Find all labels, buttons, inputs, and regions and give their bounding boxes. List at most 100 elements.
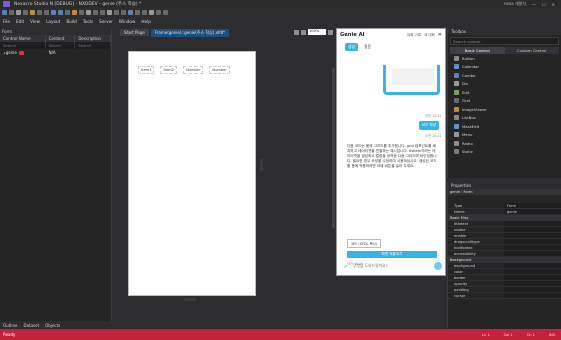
grid-column-header: Number bbox=[209, 66, 230, 74]
grid-icon[interactable] bbox=[156, 10, 161, 15]
toolbox-item[interactable]: Grid bbox=[448, 97, 561, 106]
send-icon[interactable] bbox=[434, 262, 442, 270]
toolbox-item[interactable]: ImageViewer bbox=[448, 105, 561, 114]
column-control-name[interactable]: Control Name bbox=[0, 35, 46, 42]
close-button[interactable]: ✕ bbox=[552, 2, 555, 7]
align-right-icon[interactable] bbox=[100, 10, 105, 15]
tab-basic-control[interactable]: Basic Control bbox=[450, 47, 505, 54]
menu-server[interactable]: Server bbox=[99, 19, 113, 24]
grid-component[interactable]: Item1 Item2 Number Number bbox=[129, 52, 255, 74]
form-outline-panel: Form Control Name Content Description Se… bbox=[0, 28, 112, 329]
column-description[interactable]: Description bbox=[75, 35, 111, 42]
menu-icon bbox=[454, 132, 459, 138]
align-center-icon[interactable] bbox=[93, 10, 98, 15]
genie-input-bar: ⌕ bbox=[341, 260, 443, 270]
same-height-icon[interactable] bbox=[135, 10, 140, 15]
same-width-icon[interactable] bbox=[128, 10, 133, 15]
menu-tools[interactable]: Tools bbox=[83, 19, 93, 24]
save-all-icon[interactable] bbox=[23, 10, 28, 15]
row-content: N/A bbox=[48, 50, 56, 55]
menu-window[interactable]: Window bbox=[119, 19, 136, 24]
zoom-select[interactable]: 100% bbox=[308, 29, 326, 35]
new-icon[interactable] bbox=[2, 10, 7, 15]
close-icon[interactable]: ✕ bbox=[438, 32, 442, 38]
toolbox-item[interactable]: Calendar bbox=[448, 63, 561, 72]
search-name-input[interactable]: Search bbox=[0, 42, 46, 49]
tab-genie-form[interactable]: Frame(genie)::genie(주스 학습).xfdl* bbox=[150, 28, 230, 37]
align-bottom-icon[interactable] bbox=[121, 10, 126, 15]
imageviewer-icon bbox=[454, 106, 459, 112]
minimize-button[interactable]: — bbox=[532, 2, 536, 7]
left-bottom-tabs: Outline Dataset Objects bbox=[0, 321, 112, 329]
toolbox-item[interactable]: Div bbox=[448, 80, 561, 89]
property-row[interactable]: cursor bbox=[448, 293, 561, 299]
static-icon bbox=[454, 149, 459, 155]
maximize-button[interactable]: ☐ bbox=[542, 2, 546, 7]
toolbox-item[interactable]: Menu bbox=[448, 131, 561, 140]
tab-question[interactable]: 질문 bbox=[361, 43, 374, 51]
toolbox-item[interactable]: Static bbox=[448, 148, 561, 157]
search-description-input[interactable]: Search bbox=[75, 42, 111, 49]
resize-handle-bottom[interactable] bbox=[184, 298, 196, 301]
tab-dataset[interactable]: Dataset bbox=[23, 323, 39, 328]
attach-icon[interactable]: ⌕ bbox=[344, 263, 347, 271]
menu-edit[interactable]: Edit bbox=[16, 19, 24, 24]
tab-objects[interactable]: Objects bbox=[45, 323, 60, 328]
history-button[interactable]: 대화 기록 bbox=[407, 33, 421, 38]
resize-handle-right[interactable] bbox=[260, 159, 263, 171]
toolbox-item[interactable]: MaskEdit bbox=[448, 122, 561, 131]
same-size-icon[interactable] bbox=[142, 10, 147, 15]
menu-help[interactable]: Help bbox=[141, 19, 151, 24]
tab-custom-control[interactable]: Custom Control bbox=[504, 47, 559, 54]
new-chat-button[interactable]: 새 대화 bbox=[424, 33, 435, 38]
run-icon[interactable] bbox=[72, 10, 77, 15]
debug-icon[interactable] bbox=[79, 10, 84, 15]
toolbox-item[interactable]: Radio bbox=[448, 139, 561, 148]
copy-code-button[interactable]: 코드 (XFDL 복사) bbox=[347, 239, 382, 248]
zoom-icon[interactable] bbox=[163, 10, 168, 15]
build-icon[interactable] bbox=[65, 10, 70, 15]
chat-input[interactable] bbox=[353, 263, 433, 268]
toolbox-item[interactable]: ListBox bbox=[448, 114, 561, 123]
genie-header: Genie AI 대화 기록 새 대화 ✕ bbox=[337, 29, 445, 41]
message-time: 오전 10:21 bbox=[425, 134, 442, 138]
form-canvas[interactable]: Item1 Item2 Number Number bbox=[128, 51, 256, 296]
toolbox-item[interactable]: Edit bbox=[448, 88, 561, 97]
chat-area[interactable]: 오전 10:21 코드 작성 오전 10:21 다음 코드는 폼에 그리드를 추… bbox=[341, 55, 443, 266]
save-icon[interactable] bbox=[16, 10, 21, 15]
tab-generate[interactable]: 생성 bbox=[345, 43, 358, 51]
tab-outline[interactable]: Outline bbox=[3, 323, 17, 328]
paste-icon[interactable] bbox=[44, 10, 49, 15]
menu-view[interactable]: View bbox=[30, 19, 40, 24]
user-name[interactable]: nexa 개발자 bbox=[504, 1, 526, 7]
toolbox-search-input[interactable]: Search control bbox=[450, 37, 559, 45]
radio-icon bbox=[454, 140, 459, 146]
redo-icon[interactable] bbox=[58, 10, 63, 15]
undo-icon[interactable] bbox=[51, 10, 56, 15]
apply-to-screen-button[interactable]: 화면 적용하기 bbox=[347, 251, 437, 258]
spacing-icon[interactable] bbox=[149, 10, 154, 15]
button-icon bbox=[454, 55, 459, 61]
search-content-input[interactable]: Search bbox=[46, 42, 76, 49]
menu-file[interactable]: File bbox=[3, 19, 10, 24]
grid-search-row: Search Search Search bbox=[0, 42, 111, 49]
fit-icon[interactable] bbox=[328, 29, 333, 35]
vertical-scrollbar[interactable] bbox=[332, 68, 335, 228]
toolbox-panel: Toolbox Search control Basic Control Cus… bbox=[447, 28, 561, 178]
column-content[interactable]: Content bbox=[46, 35, 76, 42]
align-middle-icon[interactable] bbox=[114, 10, 119, 15]
tab-start-page[interactable]: Start Page bbox=[120, 29, 149, 36]
toolbox-item[interactable]: Combo bbox=[448, 71, 561, 80]
menu-build[interactable]: Build bbox=[66, 19, 77, 24]
toolbox-item[interactable]: Button bbox=[448, 54, 561, 63]
open-icon[interactable] bbox=[9, 10, 14, 15]
layout-icon[interactable] bbox=[294, 29, 299, 35]
align-left-icon[interactable] bbox=[86, 10, 91, 15]
align-top-icon[interactable] bbox=[107, 10, 112, 15]
menu-layout[interactable]: Layout bbox=[46, 19, 60, 24]
cut-icon[interactable] bbox=[30, 10, 35, 15]
preview-icon[interactable] bbox=[301, 29, 306, 35]
table-row[interactable]: ▸ genie N/A bbox=[0, 49, 111, 56]
copy-icon[interactable] bbox=[37, 10, 42, 15]
panel-title: Form bbox=[0, 28, 111, 35]
